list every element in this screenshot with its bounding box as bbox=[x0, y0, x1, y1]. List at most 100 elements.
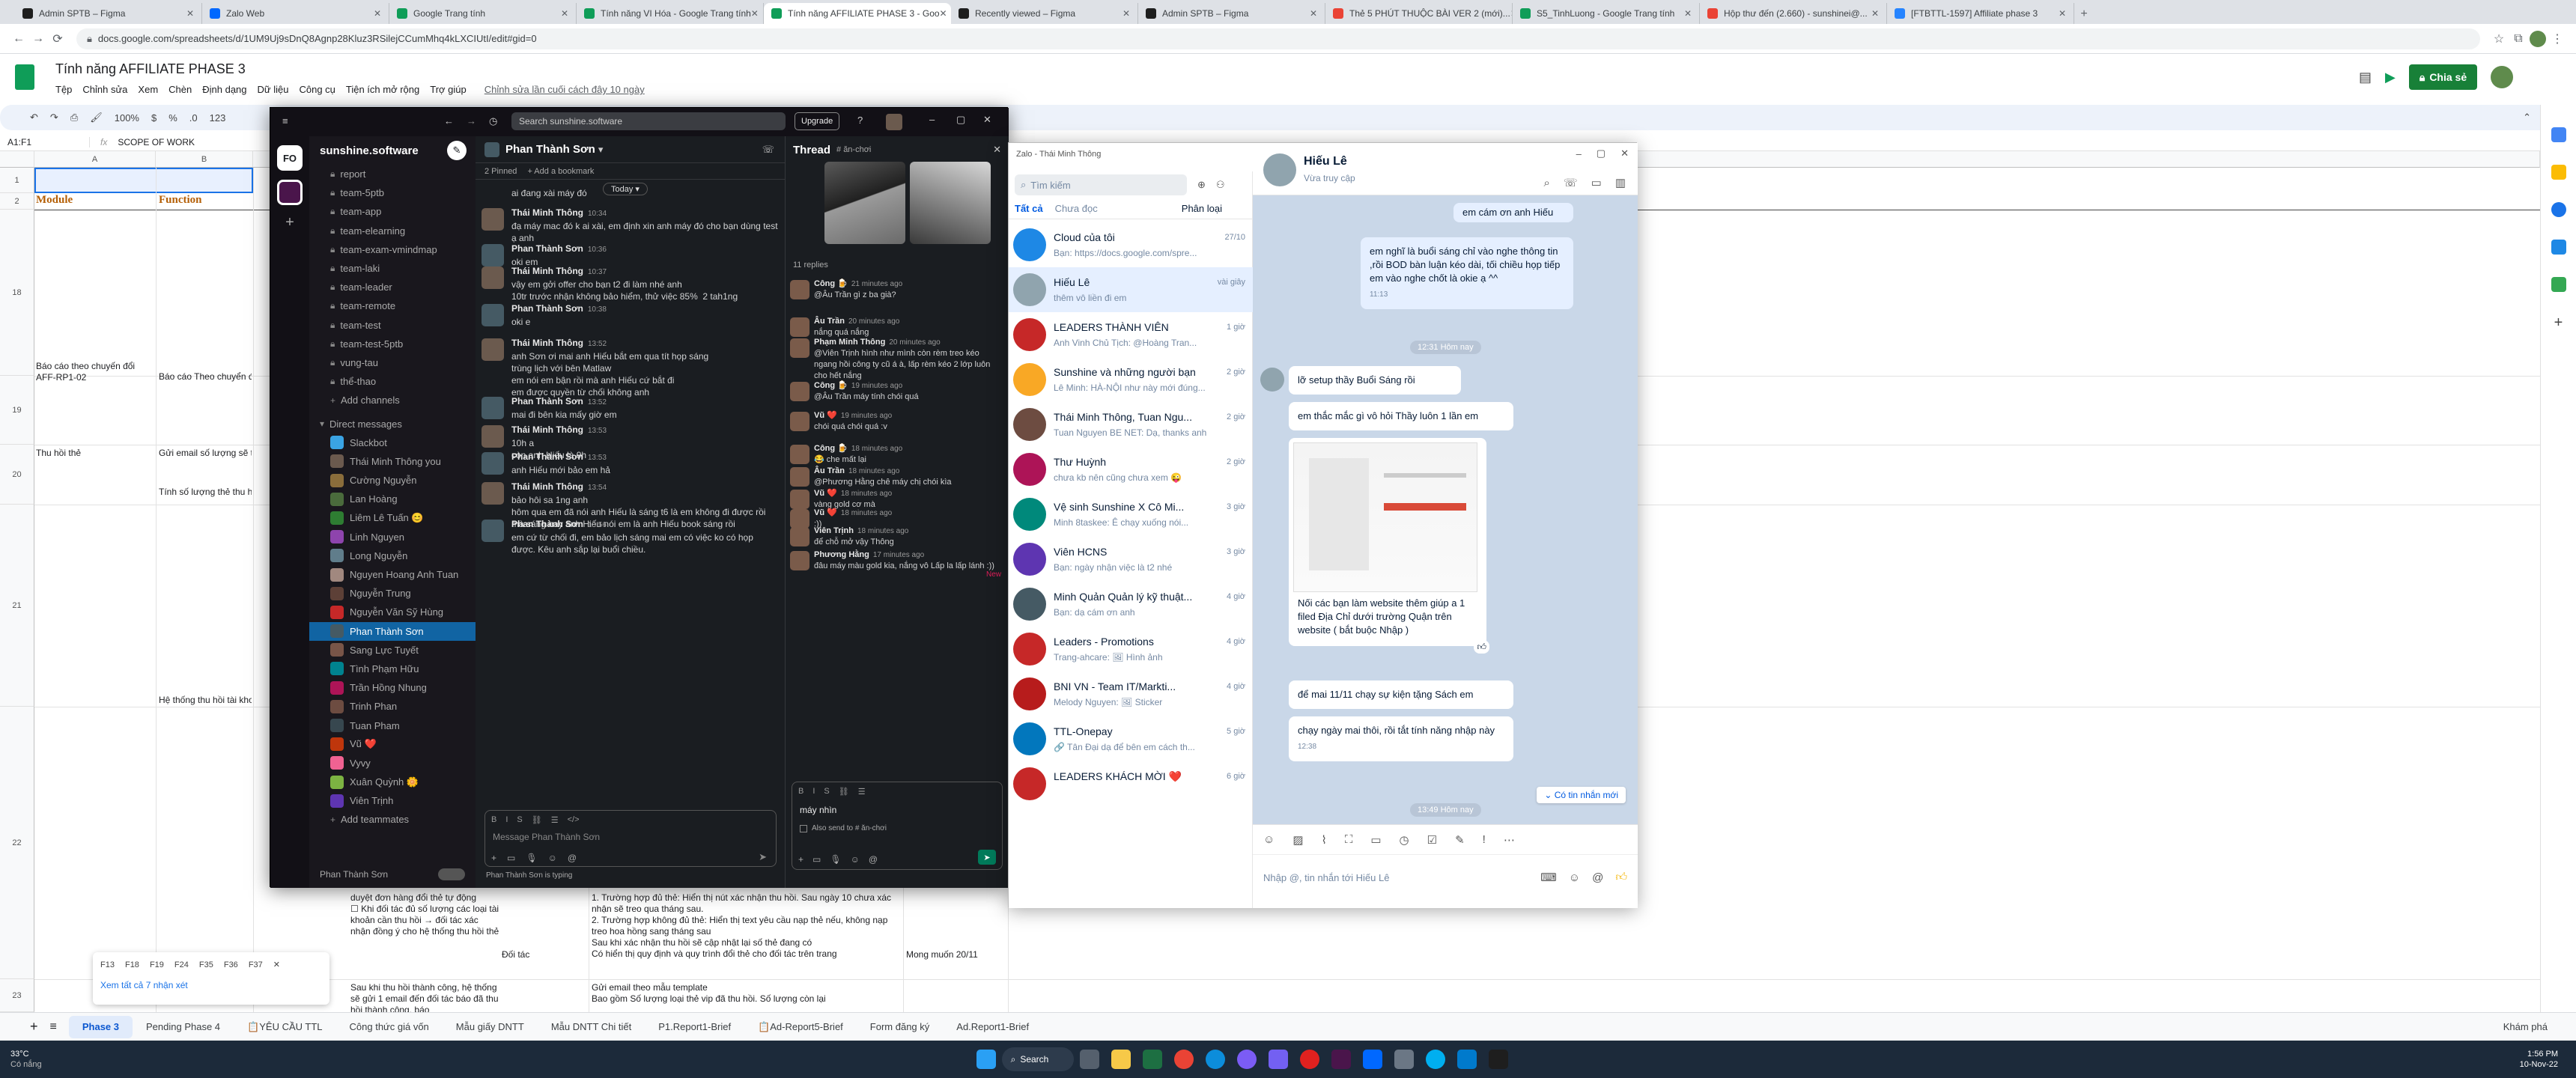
thread-reply[interactable]: Âu Trần 18 minutes ago @Phương Hằng chê má… bbox=[790, 466, 1004, 488]
conversation-item[interactable]: TTL-Onepay 🔗 Tân Đại dạ để bên em cách th… bbox=[1009, 716, 1253, 761]
tasks-icon[interactable] bbox=[2551, 202, 2566, 217]
plus-icon[interactable]: + bbox=[491, 853, 496, 863]
thread-reply[interactable]: Âu Trần 20 minutes ago nắng quá nắng bbox=[790, 316, 1004, 338]
conversation-item[interactable]: Vệ sinh Sunshine X Cô Mi... Minh 8taskee:… bbox=[1009, 492, 1253, 537]
close-tab-icon[interactable]: ✕ bbox=[751, 8, 759, 19]
chip[interactable]: F36 bbox=[224, 960, 238, 969]
bold-icon[interactable]: B bbox=[798, 787, 804, 796]
thread-reply[interactable]: Công 🍺 18 minutes ago 😂 che mất lại bbox=[790, 443, 1004, 466]
conversation-item[interactable]: Sunshine và những người bạn Lê Minh: HÀ-N… bbox=[1009, 357, 1253, 402]
browser-tab[interactable]: [FTBTTL-1597] Affiliate phase 3 ✕ bbox=[1887, 3, 2074, 24]
dm-item[interactable]: Slackbot bbox=[309, 433, 476, 452]
add-sheet-icon[interactable]: + bbox=[30, 1019, 38, 1035]
message[interactable]: Thái Minh Thông 13:52 anh Sơn ơi mai anh H… bbox=[482, 337, 778, 398]
chat-input[interactable]: Nhập @, tin nhắn tới Hiếu Lê bbox=[1263, 872, 1389, 883]
italic-icon[interactable]: I bbox=[505, 815, 508, 824]
draw-icon[interactable]: ✎ bbox=[1455, 833, 1465, 847]
message-bubble[interactable]: lỡ setup thầy Buổi Sáng rồi bbox=[1289, 366, 1461, 395]
channel-item[interactable]: 🔒︎ team-exam-vmindmap bbox=[309, 240, 476, 259]
sheet-tab[interactable]: 📋Ad-Report5-Brief bbox=[744, 1016, 857, 1038]
close-icon[interactable]: ✕ bbox=[273, 960, 280, 969]
all-sheets-icon[interactable]: ≡ bbox=[50, 1020, 57, 1034]
workspace-icon[interactable]: FO bbox=[277, 145, 303, 171]
row-header[interactable]: 2 bbox=[0, 193, 34, 210]
column-header-b[interactable]: B bbox=[156, 151, 253, 168]
menu-insert[interactable]: Chèn bbox=[168, 84, 192, 95]
cell-e22[interactable]: Đối tác bbox=[502, 949, 584, 960]
task-icon[interactable]: ☑ bbox=[1427, 833, 1437, 847]
dm-item[interactable]: Tình Phạm Hữu bbox=[309, 660, 476, 678]
dm-item[interactable]: Trần Hồng Nhung bbox=[309, 678, 476, 697]
menu-help[interactable]: Trợ giúp bbox=[430, 84, 467, 95]
attach-icon[interactable]: ⌇ bbox=[1322, 833, 1327, 847]
dm-item[interactable]: Long Nguyễn bbox=[309, 546, 476, 565]
zoom-select[interactable]: 100% bbox=[115, 112, 139, 124]
back-icon[interactable]: ← bbox=[444, 115, 454, 127]
code-icon[interactable]: </> bbox=[568, 815, 580, 824]
sheet-tab[interactable]: 📋YÊU CẦU TTL bbox=[234, 1016, 335, 1038]
viber-icon[interactable] bbox=[1268, 1050, 1288, 1069]
extensions-icon[interactable]: ⧉ bbox=[2509, 29, 2528, 49]
thread-composer-input[interactable]: máy nhìn bbox=[792, 800, 1002, 820]
minimize-icon[interactable]: – bbox=[1576, 148, 1582, 159]
print-icon[interactable]: ⎙ bbox=[70, 112, 78, 124]
slack-icon[interactable] bbox=[1331, 1050, 1351, 1069]
channel-item[interactable]: 🔒︎ team-elearning bbox=[309, 222, 476, 240]
dm-item[interactable]: Sang Lực Tuyết bbox=[309, 641, 476, 660]
chip[interactable]: F18 bbox=[125, 960, 139, 969]
dm-item[interactable]: Cường Nguyễn bbox=[309, 471, 476, 490]
cell-b18[interactable]: Báo cáo Theo chuyển đổi bbox=[159, 371, 252, 383]
channel-item[interactable]: 🔒︎ team-laki bbox=[309, 259, 476, 278]
menu-file[interactable]: Tệp bbox=[55, 84, 72, 95]
row-header[interactable]: 23 bbox=[0, 979, 34, 1012]
sheet-tab[interactable]: Mẫu DNTT Chi tiết bbox=[538, 1016, 645, 1038]
start-icon[interactable] bbox=[976, 1050, 996, 1069]
menu-view[interactable]: Xem bbox=[138, 84, 158, 95]
weather-widget[interactable]: 33°C Có nắng bbox=[10, 1049, 42, 1070]
meet-icon[interactable]: ▶ bbox=[2385, 70, 2396, 85]
dm-item[interactable]: Vyvy bbox=[309, 754, 476, 773]
mention-icon[interactable]: @ bbox=[869, 854, 878, 865]
skype-icon[interactable] bbox=[1425, 1050, 1445, 1069]
settings-icon[interactable] bbox=[1394, 1050, 1414, 1069]
chip[interactable]: F35 bbox=[199, 960, 213, 969]
row-header[interactable]: 21 bbox=[0, 505, 34, 707]
forward-icon[interactable]: → bbox=[28, 29, 48, 49]
select-all-corner[interactable] bbox=[0, 151, 34, 168]
comments-icon[interactable]: ▤ bbox=[2359, 70, 2372, 85]
menu-data[interactable]: Dữ liệu bbox=[258, 84, 289, 95]
emoji-icon[interactable]: ☺ bbox=[548, 853, 557, 863]
message[interactable]: Thái Minh Thông 10:37 vậy em gởi offer cho… bbox=[482, 265, 778, 302]
search-icon[interactable]: ⌕ bbox=[1543, 177, 1549, 189]
dm-section-header[interactable]: ▾ Direct messages bbox=[309, 414, 476, 433]
new-tab-button[interactable]: + bbox=[2074, 4, 2094, 24]
conversation-item[interactable]: Thư Huỳnh chưa kb nên cũng chưa xem 😜 2 gi… bbox=[1009, 447, 1253, 492]
link-icon[interactable]: ⛓ bbox=[532, 815, 542, 825]
back-icon[interactable]: ← bbox=[9, 29, 28, 49]
maps-icon[interactable] bbox=[2551, 277, 2566, 292]
cell-a18[interactable]: Báo cáo theo chuyến đổi AFF-RP1-02 bbox=[36, 361, 154, 383]
priority-icon[interactable]: ! bbox=[1483, 833, 1486, 846]
conversation-item[interactable]: LEADERS THÀNH VIÊN Anh Vinh Chủ Tịch: @Ho… bbox=[1009, 312, 1253, 357]
cell-d23[interactable]: Gửi email theo mẫu template Bao gồm Số l… bbox=[592, 982, 900, 1005]
thread-reply[interactable]: Phương Hằng 17 minutes ago đâu máy màu gol… bbox=[790, 549, 1004, 572]
message-bubble[interactable]: em cám ơn anh Hiếu bbox=[1453, 203, 1573, 222]
cell-c22[interactable]: duyệt đơn hàng đổi thẻ tự động ☐ Khi đối… bbox=[350, 892, 500, 937]
conversation-item[interactable]: LEADERS KHÁCH MỜI ❤️ 6 giờ bbox=[1009, 761, 1253, 806]
browser-tab[interactable]: S5_TinhLuong - Google Trang tính ✕ bbox=[1513, 3, 1700, 24]
close-icon[interactable]: ✕ bbox=[993, 144, 1001, 156]
list-icon[interactable]: ☰ bbox=[551, 815, 559, 825]
reload-icon[interactable]: ⟳ bbox=[48, 29, 67, 49]
dm-item[interactable]: Linh Nguyen bbox=[309, 528, 476, 546]
send-icon[interactable]: ➤ bbox=[759, 851, 767, 863]
cell-a19[interactable]: Thu hồi thẻ bbox=[36, 448, 154, 459]
reaction-icon[interactable]: 👍︎ bbox=[1474, 640, 1489, 654]
slack-search-input[interactable]: Search sunshine.software bbox=[511, 112, 786, 130]
message[interactable]: Phan Thành Sơn 13:52 mai đi bên kia mấy gi… bbox=[482, 395, 778, 421]
cell-d22[interactable]: 1. Trường hợp đủ thẻ: Hiển thị nút xác n… bbox=[592, 892, 900, 960]
keep-icon[interactable] bbox=[2551, 165, 2566, 180]
maximize-icon[interactable]: ▢ bbox=[956, 114, 965, 126]
account-avatar[interactable] bbox=[2491, 66, 2514, 88]
add-channels-button[interactable]: + Add channels bbox=[309, 391, 476, 409]
close-tab-icon[interactable]: ✕ bbox=[1871, 8, 1879, 19]
